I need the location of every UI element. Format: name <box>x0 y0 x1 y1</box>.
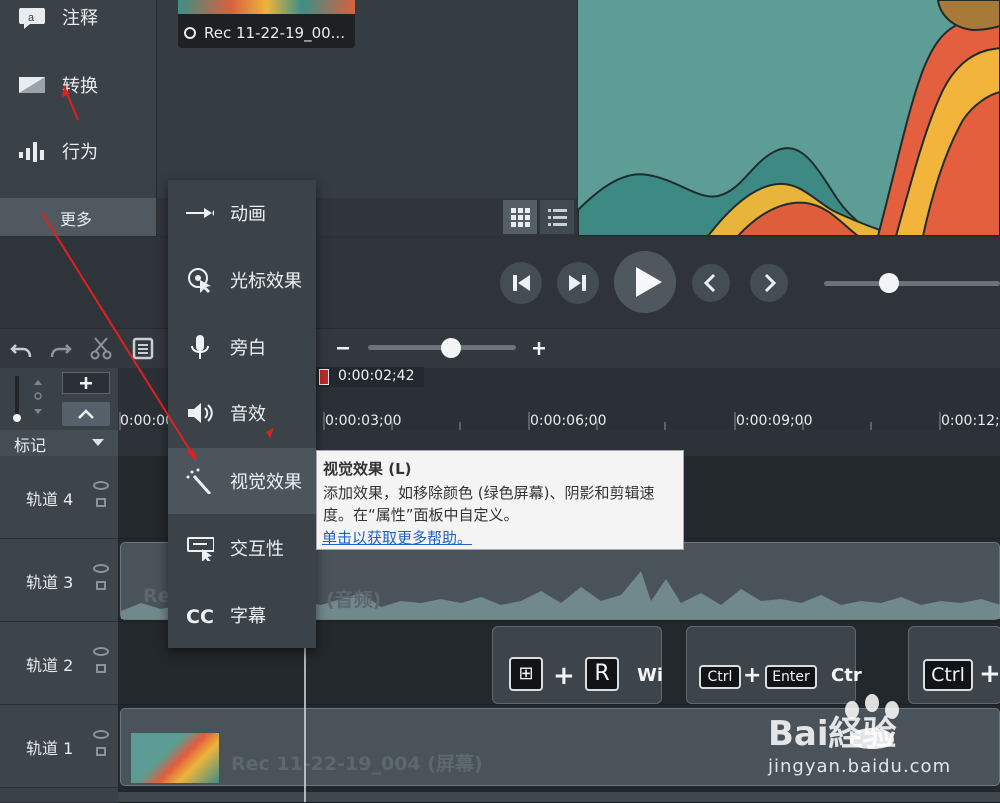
tutorial-arrows <box>41 85 274 462</box>
baidu-watermark: Bai経验 jingyan.baidu.com <box>768 694 998 794</box>
watermark-brand: Bai経验 <box>768 714 897 754</box>
